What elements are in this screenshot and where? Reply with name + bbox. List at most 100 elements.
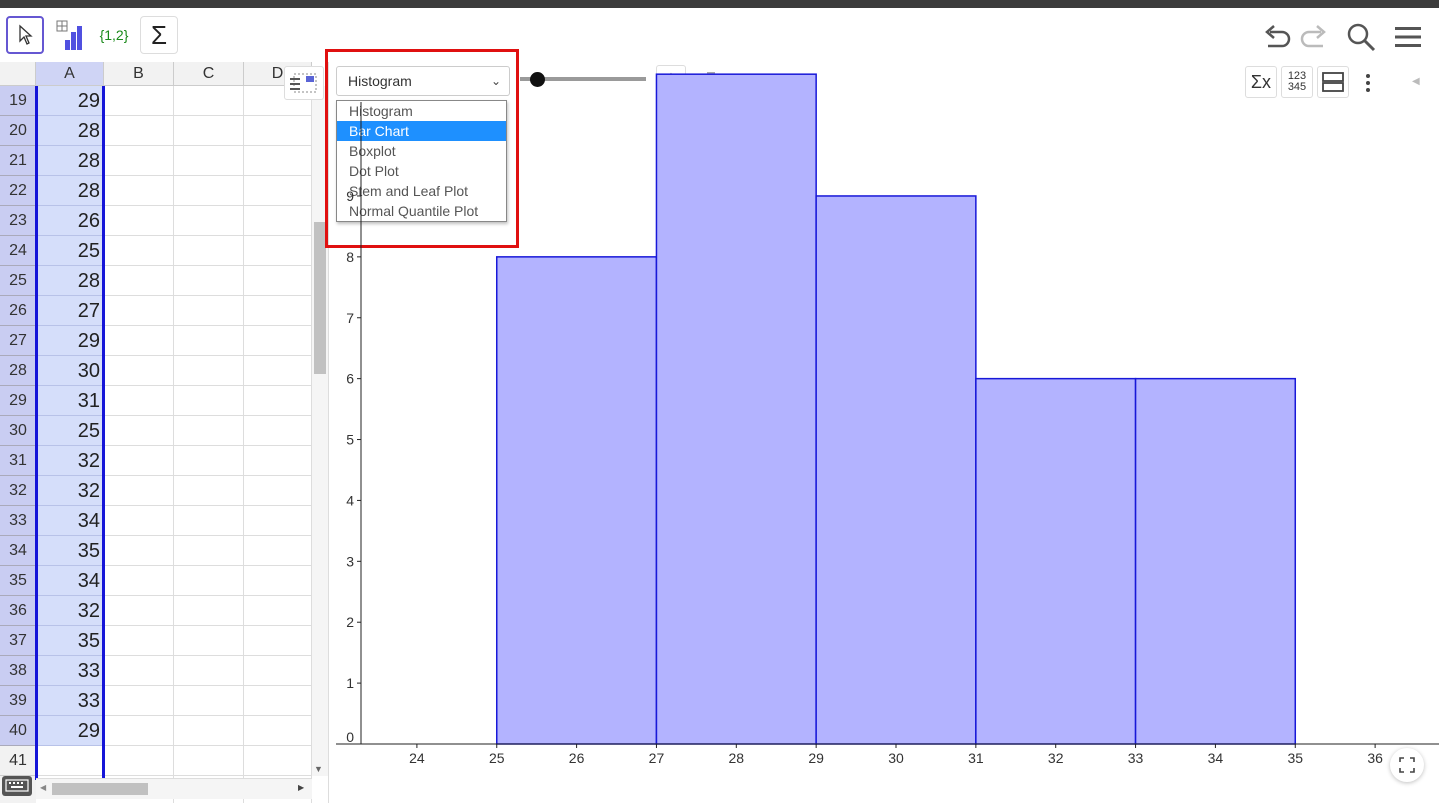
cell-b[interactable]: [104, 446, 174, 476]
cell-c[interactable]: [174, 746, 244, 776]
cell-d[interactable]: [244, 656, 312, 686]
cell-c[interactable]: [174, 326, 244, 356]
settings-button[interactable]: ⚙: [656, 65, 686, 95]
cell-a[interactable]: 28: [36, 146, 104, 176]
cell-d[interactable]: [244, 446, 312, 476]
cell-d[interactable]: [244, 176, 312, 206]
cell-d[interactable]: [244, 596, 312, 626]
cell-b[interactable]: [104, 476, 174, 506]
cell-c[interactable]: [174, 146, 244, 176]
row-header[interactable]: 23: [0, 206, 36, 236]
export-button[interactable]: [690, 67, 720, 97]
row-header[interactable]: 37: [0, 626, 36, 656]
horizontal-scroll-thumb[interactable]: [52, 783, 148, 795]
cell-b[interactable]: [104, 146, 174, 176]
cell-c[interactable]: [174, 416, 244, 446]
scroll-right-arrow-icon[interactable]: ▶: [298, 783, 304, 792]
cell-b[interactable]: [104, 536, 174, 566]
row-header[interactable]: 39: [0, 686, 36, 716]
cell-b[interactable]: [104, 266, 174, 296]
cell-d[interactable]: [244, 206, 312, 236]
row-header[interactable]: 40: [0, 716, 36, 746]
cell-d[interactable]: [244, 386, 312, 416]
cell-b[interactable]: [104, 386, 174, 416]
cell-c[interactable]: [174, 266, 244, 296]
cell-a[interactable]: 30: [36, 356, 104, 386]
cell-d[interactable]: [244, 626, 312, 656]
cell-a[interactable]: 26: [36, 206, 104, 236]
cell-b[interactable]: [104, 596, 174, 626]
cell-c[interactable]: [174, 206, 244, 236]
row-header[interactable]: 28: [0, 356, 36, 386]
cell-c[interactable]: [174, 596, 244, 626]
cell-c[interactable]: [174, 116, 244, 146]
cell-c[interactable]: [174, 86, 244, 116]
row-header[interactable]: 25: [0, 266, 36, 296]
cell-b[interactable]: [104, 296, 174, 326]
cell-d[interactable]: [244, 476, 312, 506]
cell-a[interactable]: 33: [36, 656, 104, 686]
cell-b[interactable]: [104, 566, 174, 596]
cell-d[interactable]: [244, 416, 312, 446]
cell-a[interactable]: 35: [36, 536, 104, 566]
cell-c[interactable]: [174, 356, 244, 386]
cell-d[interactable]: [244, 146, 312, 176]
cell-b[interactable]: [104, 686, 174, 716]
one-variable-analysis-tool-button[interactable]: [51, 16, 89, 54]
cell-b[interactable]: [104, 326, 174, 356]
cell-a[interactable]: 32: [36, 446, 104, 476]
cell-d[interactable]: [244, 536, 312, 566]
cell-c[interactable]: [174, 536, 244, 566]
collapse-panel-arrow-icon[interactable]: ◀: [1412, 76, 1420, 87]
cell-a[interactable]: 28: [36, 266, 104, 296]
cell-a[interactable]: 31: [36, 386, 104, 416]
cell-c[interactable]: [174, 686, 244, 716]
row-header[interactable]: 31: [0, 446, 36, 476]
search-button[interactable]: [1344, 20, 1378, 54]
cell-a[interactable]: 29: [36, 326, 104, 356]
cell-c[interactable]: [174, 476, 244, 506]
row-header[interactable]: 26: [0, 296, 36, 326]
cell-c[interactable]: [174, 716, 244, 746]
row-header[interactable]: 20: [0, 116, 36, 146]
cell-a[interactable]: 34: [36, 566, 104, 596]
row-header[interactable]: 29: [0, 386, 36, 416]
cell-d[interactable]: [244, 716, 312, 746]
row-header[interactable]: 36: [0, 596, 36, 626]
statistics-button[interactable]: Σx: [1245, 66, 1277, 98]
row-header[interactable]: 30: [0, 416, 36, 446]
row-header[interactable]: 35: [0, 566, 36, 596]
cell-b[interactable]: [104, 716, 174, 746]
row-header[interactable]: 22: [0, 176, 36, 206]
cell-a[interactable]: 33: [36, 686, 104, 716]
scroll-down-arrow-icon[interactable]: ▼: [314, 764, 323, 774]
cell-c[interactable]: [174, 176, 244, 206]
undo-button[interactable]: [1260, 20, 1294, 54]
cell-c[interactable]: [174, 626, 244, 656]
scroll-left-arrow-icon[interactable]: ◀: [40, 783, 46, 792]
redo-button[interactable]: [1297, 20, 1331, 54]
cell-d[interactable]: [244, 566, 312, 596]
cell-c[interactable]: [174, 656, 244, 686]
show-data-button[interactable]: 123 345: [1281, 66, 1313, 98]
create-list-tool-button[interactable]: {1,2}: [95, 16, 133, 54]
cell-b[interactable]: [104, 416, 174, 446]
cell-c[interactable]: [174, 236, 244, 266]
more-options-button[interactable]: [1360, 70, 1376, 96]
move-tool-button[interactable]: [6, 16, 44, 54]
cell-d[interactable]: [244, 746, 312, 776]
cell-c[interactable]: [174, 506, 244, 536]
cell-a[interactable]: 28: [36, 176, 104, 206]
cell-b[interactable]: [104, 506, 174, 536]
main-menu-button[interactable]: [1391, 20, 1425, 54]
cell-c[interactable]: [174, 386, 244, 416]
column-header-b[interactable]: B: [104, 62, 174, 86]
cell-a[interactable]: 25: [36, 236, 104, 266]
cell-d[interactable]: [244, 236, 312, 266]
row-header[interactable]: 19: [0, 86, 36, 116]
cell-a[interactable]: 28: [36, 116, 104, 146]
row-header[interactable]: 34: [0, 536, 36, 566]
row-header[interactable]: 21: [0, 146, 36, 176]
cell-d[interactable]: [244, 506, 312, 536]
toggle-data-source-button[interactable]: [284, 66, 324, 100]
